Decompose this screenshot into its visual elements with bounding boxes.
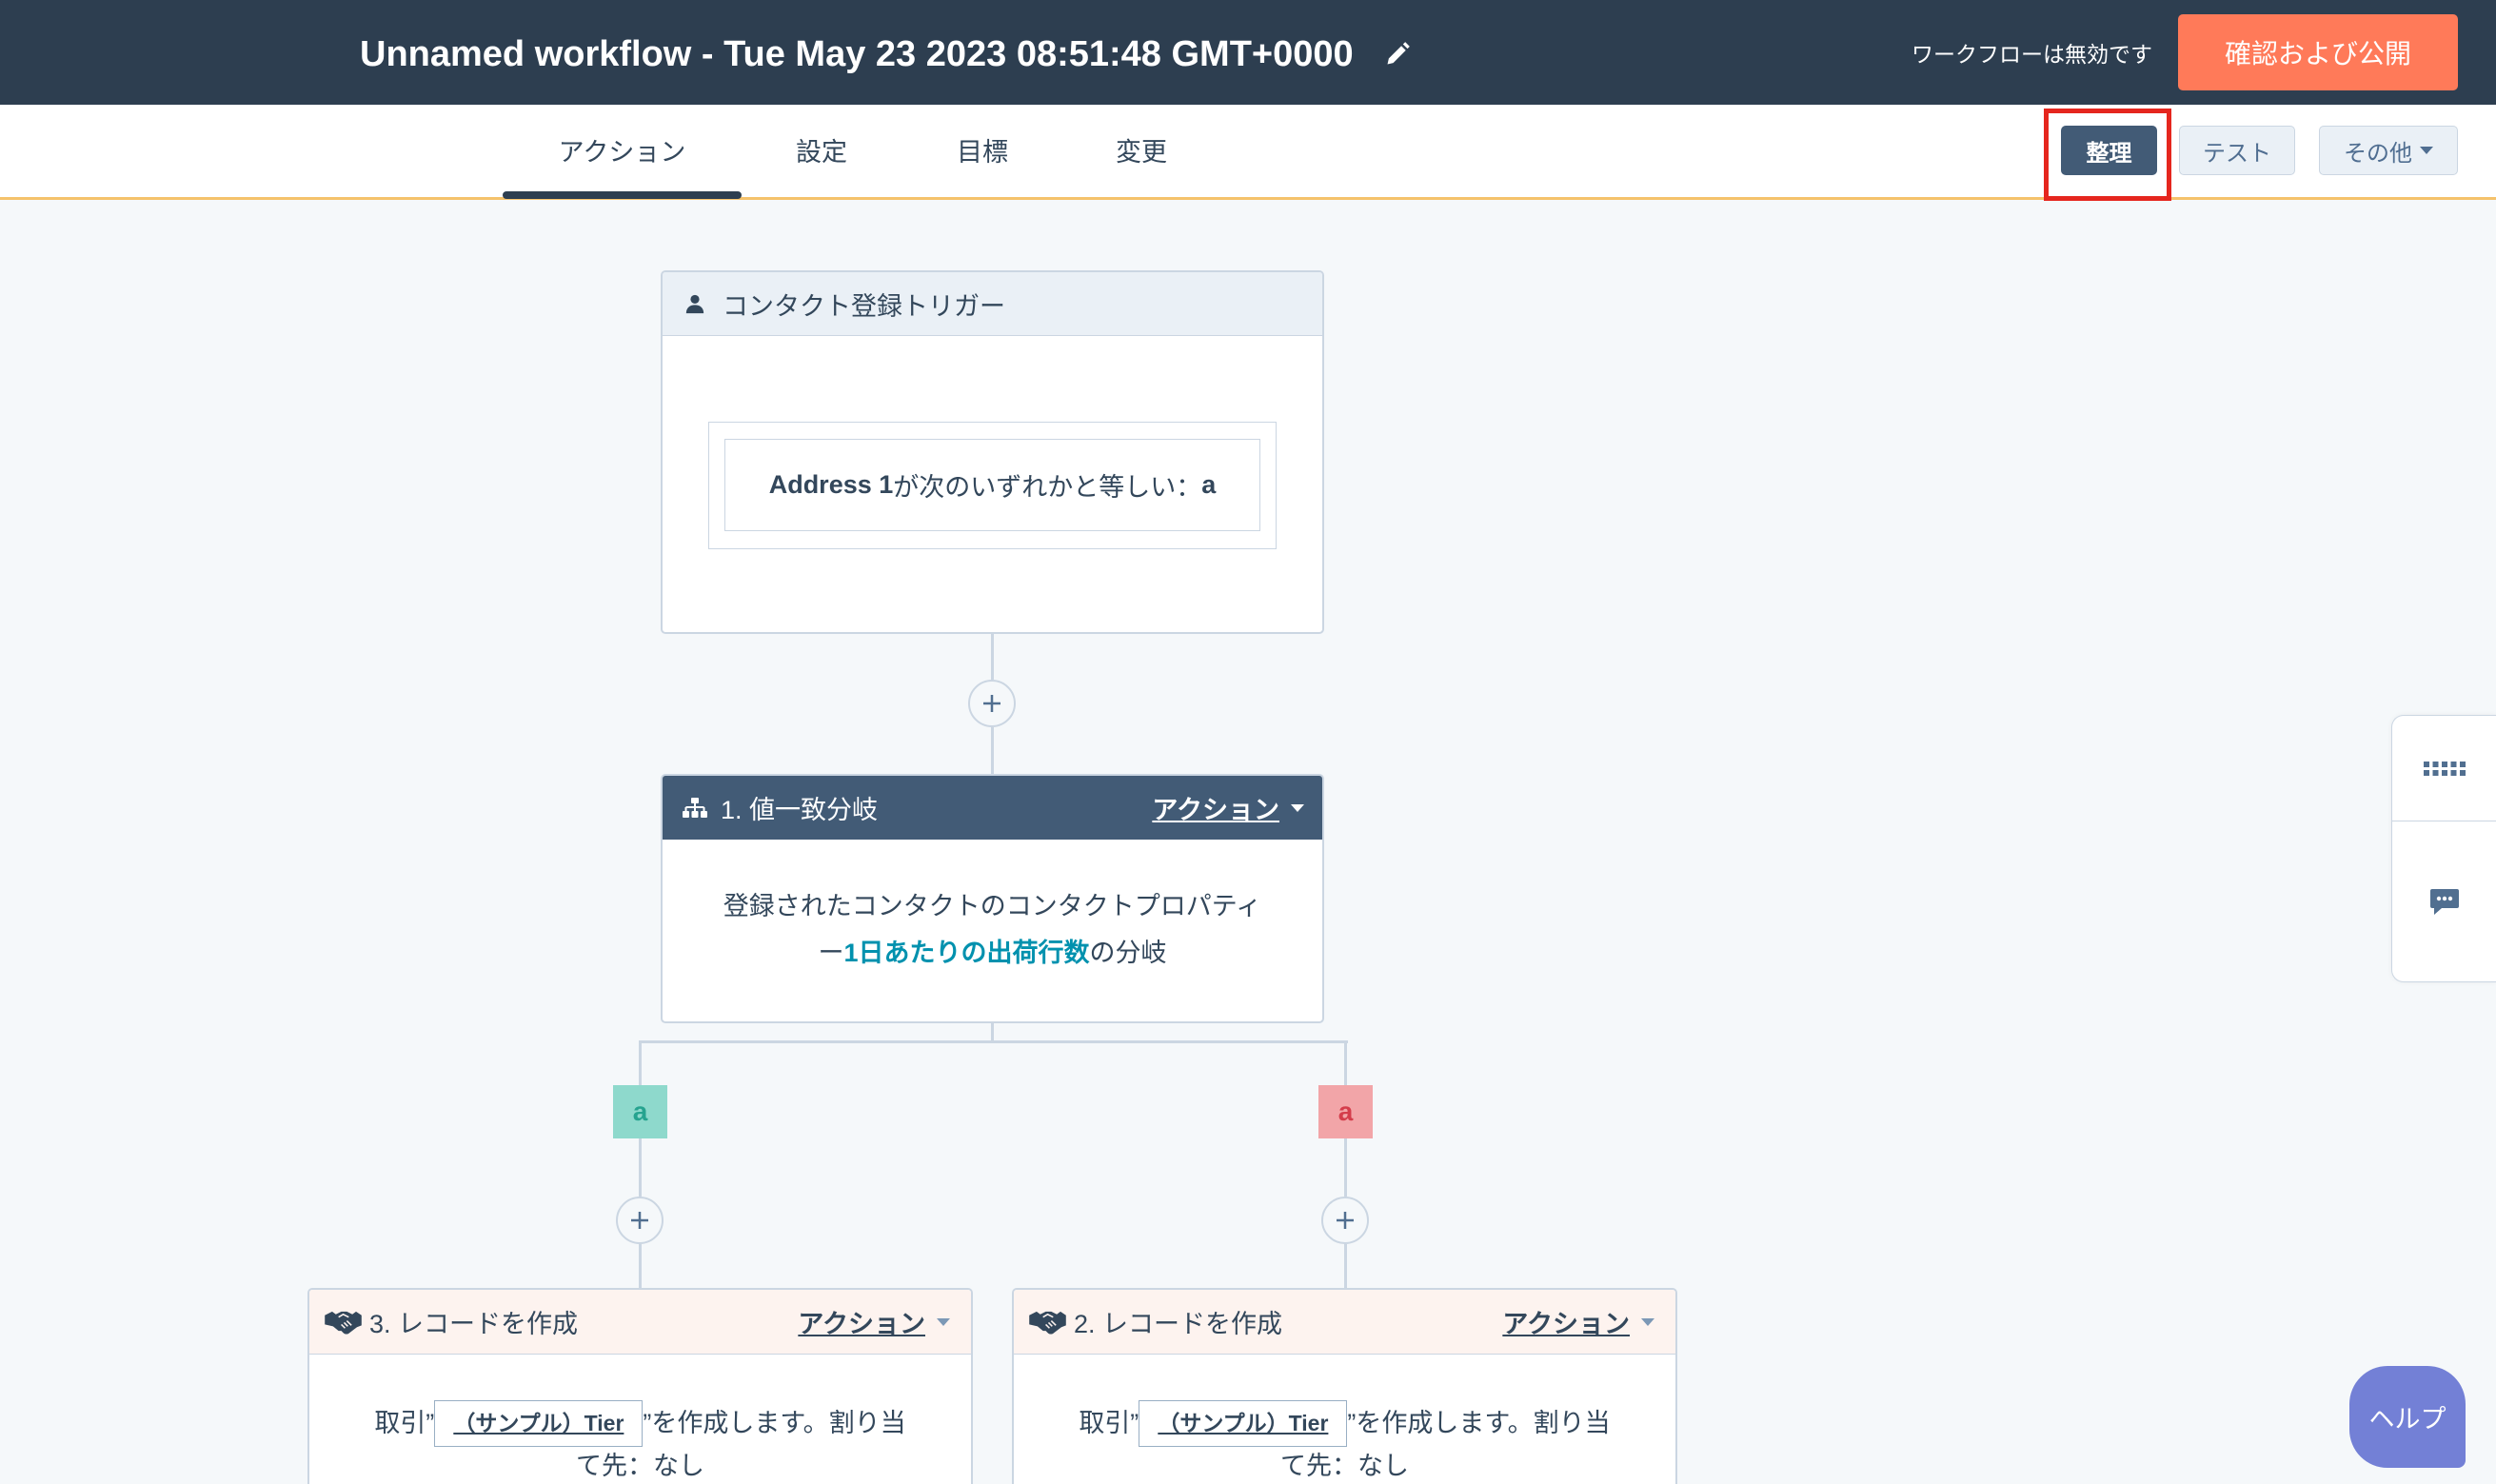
- actions-menu-label: アクション: [1152, 796, 1279, 824]
- create-record-card[interactable]: 3. レコードを作成 アクション 取引” （サンプル）Tier ”を作成します。割り…: [307, 1288, 973, 1484]
- trigger-card-header: コンタクト登録トリガー: [663, 272, 1322, 336]
- tab-label: 目標: [957, 137, 1008, 167]
- branch-card-header: 1. 値一致分岐 アクション: [663, 776, 1322, 840]
- tab-actions[interactable]: アクション: [503, 105, 742, 199]
- side-tools-panel: [2391, 715, 2496, 982]
- filter-condition[interactable]: Address 1 が次のいずれかと等しい： a: [724, 439, 1260, 531]
- help-button[interactable]: ヘルプ: [2349, 1366, 2466, 1468]
- action-card-header: 3. レコードを作成 アクション: [309, 1290, 971, 1355]
- branch-description-line1: 登録されたコンタクトのコンタクトプロパティ: [723, 892, 1262, 920]
- grid-icon: [2423, 761, 2466, 776]
- workflow-status-text: ワークフローは無効です: [1912, 42, 2152, 67]
- connector-line: [1344, 1041, 1347, 1085]
- more-label: その他: [2344, 140, 2412, 167]
- action-card-header: 2. レコードを作成 アクション: [1014, 1290, 1675, 1355]
- enrollment-trigger-card[interactable]: コンタクト登録トリガー Address 1 が次のいずれかと等しい： a: [661, 270, 1324, 634]
- text-prefix: 取引”: [374, 1409, 435, 1437]
- branch-description: 登録されたコンタクトのコンタクトプロパティ ー1日あたりの出荷行数の分岐: [663, 840, 1322, 977]
- action-step-title: 3. レコードを作成: [369, 1310, 579, 1338]
- connector-line: [639, 1138, 642, 1197]
- connector-line: [639, 1244, 642, 1288]
- text-suffix: ”を作成します。割り当: [1347, 1409, 1611, 1437]
- tab-goals[interactable]: 目標: [921, 105, 1044, 194]
- connector-line: [1344, 1138, 1347, 1197]
- more-dropdown-button[interactable]: その他: [2319, 126, 2458, 175]
- comments-button[interactable]: [2392, 821, 2496, 981]
- action-description-line2: て先：なし: [576, 1452, 704, 1480]
- branch-actions-menu[interactable]: アクション: [1152, 789, 1304, 826]
- handshake-icon: [325, 1311, 362, 1335]
- text-prefix: 取引”: [1079, 1409, 1139, 1437]
- action-description-line2: て先：なし: [1280, 1452, 1409, 1480]
- action-description-line1: 取引” （サンプル）Tier ”を作成します。割り当: [1014, 1400, 1675, 1447]
- filter-property: Address 1: [768, 470, 894, 499]
- tab-changes[interactable]: 変更: [1080, 105, 1203, 194]
- description-suffix: の分岐: [1089, 939, 1167, 967]
- caret-down-icon: [937, 1317, 950, 1326]
- connector-line: [991, 634, 994, 680]
- tab-label: 設定: [796, 137, 847, 167]
- plus-icon: [631, 1212, 648, 1229]
- text-suffix: ”を作成します。割り当: [643, 1409, 906, 1437]
- chat-icon: [2429, 888, 2459, 915]
- caret-down-icon: [1291, 803, 1304, 812]
- filter-group: Address 1 が次のいずれかと等しい： a: [708, 422, 1277, 549]
- grid-view-button[interactable]: [2392, 716, 2496, 821]
- branch-label: a: [613, 1085, 667, 1138]
- highlight-box: [2044, 109, 2171, 201]
- action-description: 取引” （サンプル）Tier ”を作成します。割り当 て先：なし: [1014, 1355, 1675, 1481]
- actions-menu-label: アクション: [1502, 1310, 1630, 1338]
- connector-line: [639, 1041, 642, 1085]
- caret-down-icon: [2420, 147, 2433, 154]
- add-step-button[interactable]: [968, 680, 1016, 727]
- filter-value: a: [1201, 470, 1217, 499]
- connector-line: [991, 1023, 994, 1042]
- connector-line: [1344, 1244, 1347, 1288]
- add-step-button[interactable]: [616, 1197, 664, 1244]
- connector-line: [991, 727, 994, 774]
- pencil-icon[interactable]: [1384, 41, 1411, 68]
- review-and-publish-button[interactable]: 確認および公開: [2178, 14, 2458, 90]
- branch-icon: [683, 797, 707, 818]
- filter-operator: が次のいずれかと等しい：: [893, 473, 1202, 502]
- workflow-title-group: Unnamed workflow - Tue May 23 2023 08:51…: [360, 30, 1411, 78]
- test-button[interactable]: テスト: [2179, 126, 2295, 175]
- action-actions-menu[interactable]: アクション: [1502, 1303, 1654, 1340]
- tab-label: アクション: [558, 137, 686, 167]
- tab-settings[interactable]: 設定: [760, 105, 883, 194]
- caret-down-icon: [1641, 1317, 1654, 1326]
- contact-icon: [685, 294, 704, 314]
- branch-step-title: 1. 値一致分岐: [721, 796, 879, 824]
- trigger-title: コンタクト登録トリガー: [723, 291, 1005, 321]
- add-step-button[interactable]: [1321, 1197, 1369, 1244]
- branch-label: a: [1318, 1085, 1373, 1138]
- action-actions-menu[interactable]: アクション: [798, 1303, 950, 1340]
- action-step-title: 2. レコードを作成: [1074, 1310, 1283, 1338]
- actions-menu-label: アクション: [798, 1310, 925, 1338]
- connector-line: [639, 1040, 1348, 1043]
- description-prefix: ー: [818, 939, 844, 967]
- record-name-token[interactable]: （サンプル）Tier: [1139, 1400, 1348, 1447]
- create-record-card[interactable]: 2. レコードを作成 アクション 取引” （サンプル）Tier ”を作成します。割り…: [1012, 1288, 1677, 1484]
- tab-label: 変更: [1116, 137, 1167, 167]
- workflow-title: Unnamed workflow - Tue May 23 2023 08:51…: [360, 34, 1354, 74]
- action-description-line1: 取引” （サンプル）Tier ”を作成します。割り当: [309, 1400, 971, 1447]
- action-description: 取引” （サンプル）Tier ”を作成します。割り当 て先：なし: [309, 1355, 971, 1481]
- value-branch-card[interactable]: 1. 値一致分岐 アクション 登録されたコンタクトのコンタクトプロパティ ー1日…: [661, 774, 1324, 1023]
- property-name-link[interactable]: 1日あたりの出荷行数: [843, 939, 1089, 967]
- handshake-icon: [1029, 1311, 1066, 1335]
- branch-description-line2: ー1日あたりの出荷行数の分岐: [663, 930, 1322, 977]
- top-header: Unnamed workflow - Tue May 23 2023 08:51…: [0, 0, 2496, 105]
- plus-icon: [1337, 1212, 1354, 1229]
- plus-icon: [983, 695, 1000, 712]
- record-name-token[interactable]: （サンプル）Tier: [434, 1400, 644, 1447]
